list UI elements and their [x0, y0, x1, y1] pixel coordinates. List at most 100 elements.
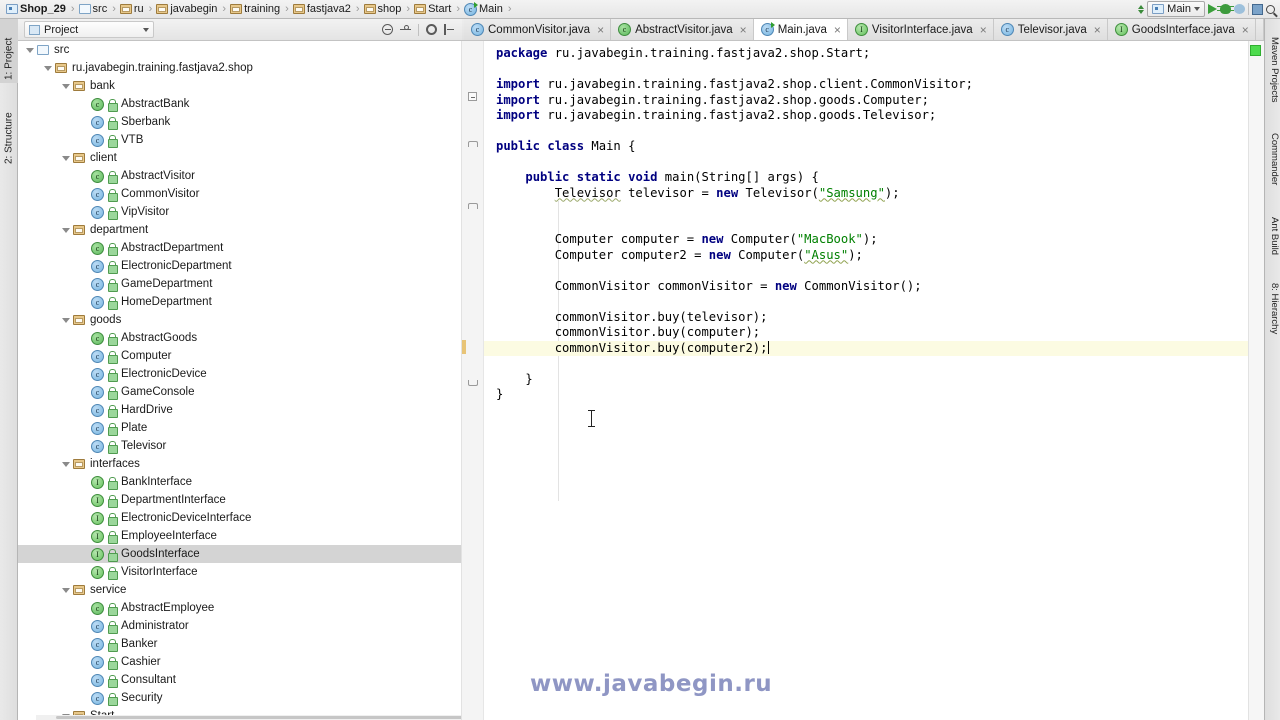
inspection-marker-bar[interactable] [1248, 41, 1264, 720]
code-line-3[interactable]: import ru.javabegin.training.fastjava2.s… [484, 77, 1248, 93]
code-line-5[interactable]: import ru.javabegin.training.fastjava2.s… [484, 108, 1248, 124]
close-icon[interactable]: × [1242, 24, 1249, 36]
chevron-down-icon[interactable] [62, 154, 71, 163]
sidebar-item-structure[interactable]: 2: Structure [0, 89, 18, 167]
tree-node-service[interactable]: service [18, 581, 462, 599]
tree-node-electronicdevice[interactable]: c ElectronicDevice [18, 365, 462, 383]
tree-node-goodsinterface[interactable]: I GoodsInterface [18, 545, 462, 563]
chevron-down-icon[interactable] [62, 460, 71, 469]
code-line-21[interactable] [484, 356, 1248, 372]
tree-node-src[interactable]: src [18, 41, 462, 59]
build-icon[interactable] [1252, 3, 1263, 15]
code-pane[interactable]: package ru.javabegin.training.fastjava2.… [484, 41, 1248, 720]
source-code[interactable]: package ru.javabegin.training.fastjava2.… [484, 41, 1248, 720]
code-line-6[interactable] [484, 124, 1248, 140]
tree-node-employeeinterface[interactable]: I EmployeeInterface [18, 527, 462, 545]
collapse-all-icon[interactable] [382, 24, 393, 35]
breadcrumb-item-shop-29[interactable]: Shop_29 [4, 1, 69, 18]
breadcrumb-item-javabegin[interactable]: javabegin [154, 1, 220, 18]
settings-gear-icon[interactable] [426, 24, 437, 35]
search-icon[interactable] [1266, 4, 1275, 14]
close-icon[interactable]: × [740, 24, 747, 36]
tree-node-plate[interactable]: c Plate [18, 419, 462, 437]
breadcrumb-item-main[interactable]: c Main [462, 1, 506, 18]
tree-node-electronicdepartment[interactable]: c ElectronicDepartment [18, 257, 462, 275]
scroll-from-source-icon[interactable] [400, 24, 411, 35]
code-line-15[interactable] [484, 263, 1248, 279]
tree-node-abstractemployee[interactable]: c AbstractEmployee [18, 599, 462, 617]
chevron-down-icon[interactable] [62, 226, 71, 235]
tree-node-televisor[interactable]: c Televisor [18, 437, 462, 455]
tree-node-department[interactable]: department [18, 221, 462, 239]
breadcrumb-item-src[interactable]: src [77, 1, 111, 18]
breadcrumb-item-start[interactable]: Start [412, 1, 454, 18]
debug-icon[interactable] [1217, 4, 1234, 14]
tree-node-abstractvisitor[interactable]: c AbstractVisitor [18, 167, 462, 185]
run-coverage-icon[interactable] [1234, 4, 1245, 14]
sync-icon[interactable] [1138, 4, 1145, 14]
project-view-selector[interactable]: Project [24, 21, 154, 38]
tree-node-commonvisitor[interactable]: c CommonVisitor [18, 185, 462, 203]
hide-panel-icon[interactable] [444, 24, 455, 35]
tree-node-bank[interactable]: bank [18, 77, 462, 95]
code-line-9[interactable]: public static void main(String[] args) { [484, 170, 1248, 186]
code-line-18[interactable]: commonVisitor.buy(televisor); [484, 310, 1248, 326]
tree-node-ru-javabegin-training-fastjava2-shop[interactable]: ru.javabegin.training.fastjava2.shop [18, 59, 462, 77]
code-line-2[interactable] [484, 62, 1248, 78]
tree-node-harddrive[interactable]: c HardDrive [18, 401, 462, 419]
tree-node-goods[interactable]: goods [18, 311, 462, 329]
tree-node-abstractgoods[interactable]: c AbstractGoods [18, 329, 462, 347]
tree-node-banker[interactable]: c Banker [18, 635, 462, 653]
tree-node-electronicdeviceinterface[interactable]: I ElectronicDeviceInterface [18, 509, 462, 527]
tree-node-bankinterface[interactable]: I BankInterface [18, 473, 462, 491]
breadcrumb-item-fastjava2[interactable]: fastjava2 [291, 1, 354, 18]
run-icon[interactable] [1208, 4, 1217, 14]
chevron-down-icon[interactable] [44, 64, 53, 73]
code-line-4[interactable]: import ru.javabegin.training.fastjava2.s… [484, 93, 1248, 109]
code-line-13[interactable]: Computer computer = new Computer("MacBoo… [484, 232, 1248, 248]
tree-node-interfaces[interactable]: interfaces [18, 455, 462, 473]
editor-tab-main-java[interactable]: c Main.java × [753, 19, 848, 40]
tree-node-abstractdepartment[interactable]: c AbstractDepartment [18, 239, 462, 257]
tree-node-administrator[interactable]: c Administrator [18, 617, 462, 635]
code-line-20[interactable]: commonVisitor.buy(computer2); [484, 340, 1248, 356]
chevron-down-icon[interactable] [62, 82, 71, 91]
close-icon[interactable]: × [597, 24, 604, 36]
breadcrumb-item-ru[interactable]: ru [118, 1, 147, 18]
fold-icon[interactable] [468, 201, 478, 210]
project-horizontal-scrollbar[interactable] [36, 715, 480, 720]
breadcrumb-item-training[interactable]: training [228, 1, 283, 18]
tree-node-departmentinterface[interactable]: I DepartmentInterface [18, 491, 462, 509]
fold-icon[interactable] [468, 377, 478, 386]
tree-node-vtb[interactable]: c VTB [18, 131, 462, 149]
code-line-22[interactable]: } [484, 372, 1248, 388]
code-line-17[interactable] [484, 294, 1248, 310]
code-line-12[interactable] [484, 217, 1248, 233]
run-configuration-selector[interactable]: Main [1147, 1, 1205, 17]
editor-tab-visitorinterface-java[interactable]: I VisitorInterface.java × [847, 19, 994, 40]
fold-icon[interactable] [468, 139, 478, 148]
tree-node-visitorinterface[interactable]: I VisitorInterface [18, 563, 462, 581]
sidebar-item-hierarchy[interactable]: 8: Hierarchy [1264, 269, 1280, 345]
code-line-8[interactable] [484, 155, 1248, 171]
inspection-ok-icon[interactable] [1250, 45, 1261, 56]
tree-node-homedepartment[interactable]: c HomeDepartment [18, 293, 462, 311]
tree-node-computer[interactable]: c Computer [18, 347, 462, 365]
sidebar-item-maven-projects[interactable]: Maven Projects [1264, 23, 1280, 115]
close-icon[interactable]: × [834, 24, 841, 36]
code-line-10[interactable]: Televisor televisor = new Televisor("Sam… [484, 186, 1248, 202]
scrollbar-thumb[interactable] [56, 716, 476, 719]
tree-node-vipvisitor[interactable]: c VipVisitor [18, 203, 462, 221]
editor-tab-televisor-java[interactable]: c Televisor.java × [993, 19, 1108, 40]
tree-node-gamedepartment[interactable]: c GameDepartment [18, 275, 462, 293]
close-icon[interactable]: × [1094, 24, 1101, 36]
editor-tab-commonvisitor-java[interactable]: c CommonVisitor.java × [464, 19, 612, 40]
code-line-11[interactable] [484, 201, 1248, 217]
editor-tab-goodsinterface-java[interactable]: I GoodsInterface.java × [1107, 19, 1256, 40]
fold-icon[interactable] [468, 92, 477, 101]
code-line-7[interactable]: public class Main { [484, 139, 1248, 155]
code-line-19[interactable]: commonVisitor.buy(computer); [484, 325, 1248, 341]
code-line-23[interactable]: } [484, 387, 1248, 403]
editor-gutter[interactable] [462, 41, 484, 720]
tree-node-cashier[interactable]: c Cashier [18, 653, 462, 671]
